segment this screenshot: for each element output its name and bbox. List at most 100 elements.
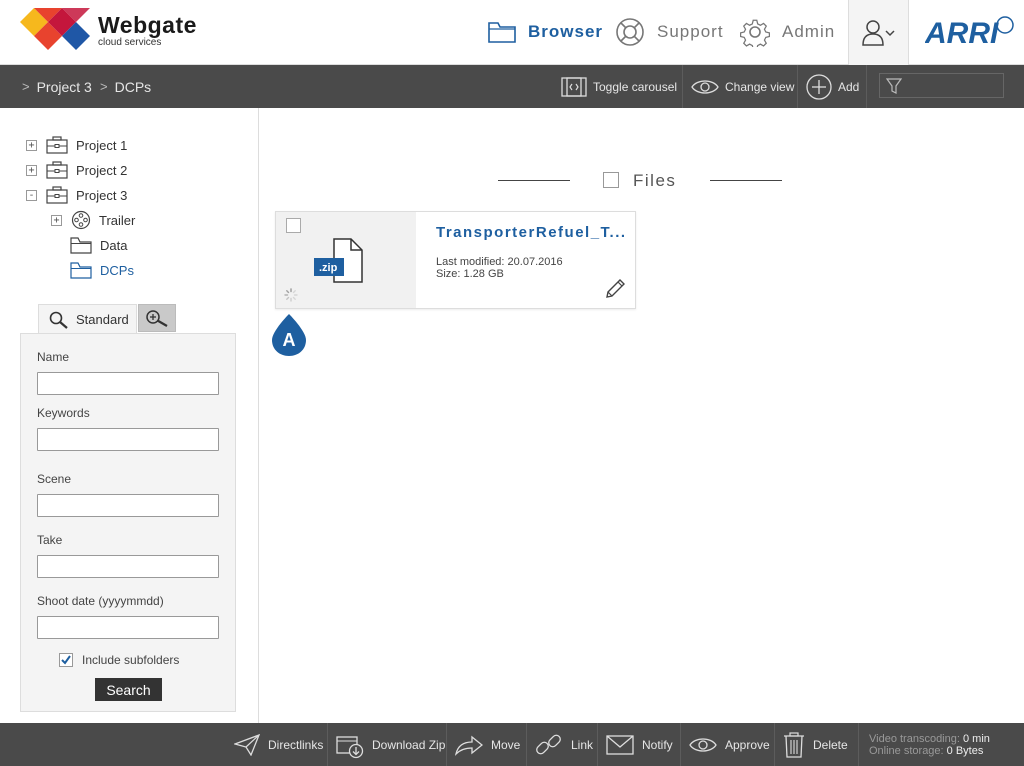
shoot-date-label: Shoot date (yyyymmdd) — [37, 594, 164, 608]
files-section-title: Files — [633, 171, 677, 190]
project-icon — [46, 161, 68, 179]
trash-icon — [784, 731, 804, 758]
nav-support[interactable]: Support — [615, 16, 724, 48]
annotation-marker[interactable]: A — [271, 313, 307, 357]
tree-item-trailer[interactable]: + Trailer — [51, 209, 135, 231]
approve-button[interactable]: Approve — [680, 723, 770, 766]
online-storage-value: 0 Bytes — [946, 745, 984, 757]
take-input[interactable] — [37, 555, 219, 578]
breadcrumb-label: DCPs — [114, 78, 152, 95]
main-content: Files .zip TransporterRefuel_T... Last m… — [260, 108, 1024, 723]
file-card[interactable]: .zip TransporterRefuel_T... Last modifie… — [275, 211, 636, 309]
online-storage-status: Online storage: 0 Bytes — [869, 745, 990, 757]
name-input[interactable] — [37, 372, 219, 395]
tree-item-label: Project 1 — [76, 137, 128, 153]
move-button[interactable]: Move — [446, 723, 520, 766]
search-panel: Name Keywords Scene Take Shoot date (yyy… — [20, 333, 236, 712]
arri-logo[interactable]: ARRI — [925, 15, 1015, 47]
move-label: Move — [491, 737, 521, 752]
video-transcoding-label: Video transcoding: — [869, 733, 960, 745]
collapse-toggle[interactable]: - — [26, 189, 37, 201]
download-box-icon — [336, 735, 364, 758]
divider — [498, 180, 570, 181]
action-bar: Directlinks Download Zip Move Link Notif… — [0, 723, 1024, 766]
tree-item-label: DCPs — [100, 262, 134, 278]
select-all-checkbox[interactable] — [603, 172, 619, 188]
notify-label: Notify — [642, 737, 673, 752]
breadcrumb-item-current[interactable]: > DCPs — [100, 65, 151, 108]
toolbar: > Project 3 > DCPs Toggle carousel Chang… — [0, 65, 1024, 108]
loading-spinner-icon — [284, 288, 298, 302]
user-icon — [861, 19, 895, 46]
breadcrumb-label: Project 3 — [36, 78, 92, 95]
tree-item-project-1[interactable]: + Project 1 — [26, 134, 127, 156]
zip-file-icon: .zip — [314, 238, 363, 283]
svg-text:A: A — [283, 330, 296, 350]
delete-button[interactable]: Delete — [774, 723, 848, 766]
download-zip-button[interactable]: Download Zip — [327, 723, 445, 766]
file-title[interactable]: TransporterRefuel_T... — [436, 224, 627, 241]
file-select-checkbox[interactable] — [286, 218, 301, 233]
project-icon — [46, 136, 68, 154]
directlinks-label: Directlinks — [268, 737, 324, 752]
webgate-logo[interactable] — [20, 8, 92, 52]
notify-button[interactable]: Notify — [597, 723, 673, 766]
user-menu-button[interactable] — [848, 0, 909, 65]
file-thumbnail[interactable]: .zip — [276, 212, 416, 308]
sidebar: + Project 1 + Project 2 - Project 3 + Tr… — [0, 108, 259, 723]
expand-toggle[interactable]: + — [51, 214, 62, 226]
nav-support-label: Support — [657, 22, 724, 41]
tree-item-project-3[interactable]: - Project 3 — [26, 184, 127, 206]
expand-toggle[interactable]: + — [26, 164, 37, 176]
file-modified: Last modified: 20.07.2016 — [436, 256, 563, 268]
add-button[interactable]: Add — [797, 65, 867, 108]
tree-item-dcps[interactable]: DCPs — [70, 259, 134, 281]
toggle-carousel-button[interactable]: Toggle carousel — [553, 65, 685, 108]
carousel-icon — [561, 76, 587, 97]
file-size: Size: 1.28 GB — [436, 268, 504, 280]
tree-item-project-2[interactable]: + Project 2 — [26, 159, 127, 181]
name-label: Name — [37, 350, 70, 364]
storage-status: Video transcoding: 0 min Online storage:… — [869, 733, 990, 757]
chevron-right-icon: > — [100, 79, 108, 94]
plus-circle-icon — [806, 73, 832, 100]
expand-toggle[interactable]: + — [26, 139, 37, 151]
search-icon — [49, 311, 68, 329]
pencil-icon[interactable] — [604, 278, 626, 300]
video-transcoding-status: Video transcoding: 0 min — [869, 733, 990, 745]
eye-icon — [691, 79, 719, 94]
brand-text: Webgate cloud services — [98, 12, 197, 48]
keywords-input[interactable] — [37, 428, 219, 451]
arrow-right-icon — [455, 735, 483, 756]
link-label: Link — [571, 737, 594, 752]
files-section-header: Files — [498, 171, 782, 191]
project-icon — [46, 186, 68, 204]
search-button[interactable]: Search — [95, 678, 162, 701]
svg-text:ARRI: ARRI — [925, 17, 999, 47]
breadcrumb-item-project[interactable]: > Project 3 — [22, 65, 92, 108]
change-view-button[interactable]: Change view — [682, 65, 802, 108]
directlinks-button[interactable]: Directlinks — [226, 723, 323, 766]
tree-item-data[interactable]: Data — [70, 234, 127, 256]
scene-label: Scene — [37, 472, 72, 486]
tab-advanced-search[interactable] — [138, 304, 176, 332]
include-subfolders-row[interactable]: Include subfolders — [59, 653, 179, 667]
nav-browser[interactable]: Browser — [488, 16, 603, 48]
change-view-label: Change view — [725, 79, 795, 94]
link-button[interactable]: Link — [526, 723, 593, 766]
tree-item-label: Trailer — [99, 212, 136, 228]
filter-input[interactable] — [879, 73, 1004, 98]
tab-standard-search[interactable]: Standard — [38, 304, 137, 334]
include-subfolders-checkbox[interactable] — [59, 653, 73, 667]
folder-icon — [70, 261, 92, 279]
envelope-icon — [606, 734, 634, 755]
nav-admin[interactable]: Admin — [740, 16, 835, 48]
toggle-carousel-label: Toggle carousel — [593, 79, 678, 94]
tree-item-label: Project 3 — [76, 187, 128, 203]
tree-item-label: Data — [100, 237, 128, 253]
shoot-date-input[interactable] — [37, 616, 219, 639]
include-subfolders-label: Include subfolders — [82, 653, 180, 667]
brand-title: Webgate — [98, 12, 197, 38]
delete-label: Delete — [813, 737, 848, 752]
scene-input[interactable] — [37, 494, 219, 517]
